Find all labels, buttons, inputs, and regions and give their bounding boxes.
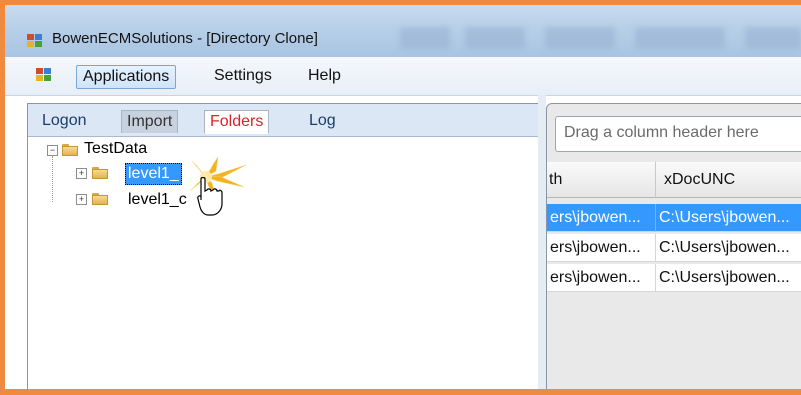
screenshot-frame: BowenECMSolutions - [Directory Clone] Ap…	[0, 0, 801, 395]
grid-cell[interactable]: ers\jbowen...	[547, 204, 656, 232]
app-menu-icon[interactable]	[36, 68, 52, 82]
tree-node-root[interactable]: TestData	[84, 139, 147, 159]
tab-logon[interactable]: Logon	[37, 110, 92, 132]
app-icon	[27, 34, 43, 48]
column-header-xdocunc[interactable]: xDocUNC	[656, 162, 801, 198]
grid-cell[interactable]: C:\Users\jbowen...	[656, 234, 801, 262]
left-panel: Logon Import Folders Log − TestData + le…	[27, 103, 539, 389]
grid-cell[interactable]: ers\jbowen...	[547, 264, 656, 292]
folder-icon	[92, 193, 108, 205]
window-title: BowenECMSolutions - [Directory Clone]	[52, 30, 318, 47]
tree-node-level1-c[interactable]: level1_c	[128, 190, 187, 210]
grid-cell[interactable]: ers\jbowen...	[547, 234, 656, 262]
menu-help[interactable]: Help	[302, 65, 347, 87]
tree-connector	[52, 156, 54, 202]
panel-splitter[interactable]	[538, 95, 546, 389]
menu-bar: Applications Settings Help	[5, 57, 801, 96]
menu-settings[interactable]: Settings	[208, 65, 278, 87]
grid-panel: Drag a column header here th xDocUNC ers…	[546, 103, 801, 389]
mouse-cursor-icon	[197, 177, 223, 216]
folder-icon	[92, 167, 108, 179]
expand-icon[interactable]: +	[76, 194, 87, 205]
group-by-panel[interactable]: Drag a column header here	[555, 116, 801, 152]
collapse-icon[interactable]: −	[47, 145, 58, 156]
tab-folders[interactable]: Folders	[204, 110, 270, 134]
grid-cell[interactable]: C:\Users\jbowen...	[656, 204, 801, 232]
tab-strip: Logon Import Folders Log	[28, 104, 538, 137]
tree-node-level1-selected[interactable]: level1_	[125, 163, 182, 185]
tab-log[interactable]: Log	[304, 110, 341, 132]
tab-import[interactable]: Import	[121, 110, 179, 133]
column-header-path[interactable]: th	[547, 162, 656, 198]
group-by-hint: Drag a column header here	[564, 124, 759, 141]
grid-cell[interactable]: C:\Users\jbowen...	[656, 264, 801, 292]
menu-applications[interactable]: Applications	[76, 65, 177, 89]
expand-icon[interactable]: +	[76, 168, 87, 179]
title-bar: BowenECMSolutions - [Directory Clone]	[5, 5, 801, 57]
folder-icon	[62, 144, 78, 156]
